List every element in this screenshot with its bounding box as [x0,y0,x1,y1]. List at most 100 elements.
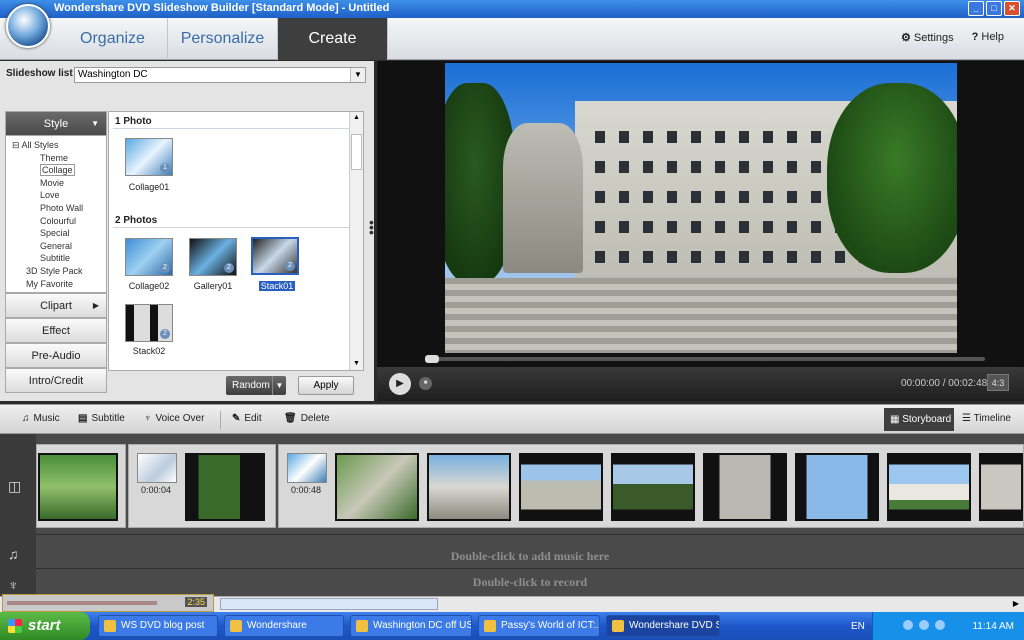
slide-group[interactable]: 0:00:48 [278,444,1024,528]
timeline-toggle-button[interactable]: ☰ Timeline [962,413,1011,424]
language-indicator[interactable]: EN [851,621,865,632]
volume-icon[interactable] [919,620,929,630]
style-thumbnails: 1 Photo 1 Collage01 2 Photos 2 Collage02… [108,111,364,371]
slide-thumbnail[interactable] [611,453,695,521]
vertical-scrollbar[interactable]: ▲ ▼ [349,112,363,370]
music-button[interactable]: ♫ Music [22,413,60,424]
thumbnail-label: Gallery01 [193,281,233,291]
chevron-down-icon: ▼ [91,119,99,128]
effect-category-button[interactable]: Effect [5,318,107,343]
transition-thumbnail[interactable] [287,453,327,483]
slide-thumbnail[interactable] [519,453,603,521]
edit-button[interactable]: ✎ Edit [232,413,262,424]
scroll-thumb[interactable] [220,598,438,610]
taskbar-item[interactable]: Washington DC off USB [350,615,472,637]
scroll-up-icon[interactable]: ▲ [350,112,363,124]
tree-item-my-favorite[interactable]: My Favorite [12,278,106,291]
scroll-right-icon[interactable]: ▶ [1010,598,1022,610]
category-column: Style ▼ ⊟ All Styles Theme Collage Movie … [5,111,107,397]
apply-button[interactable]: Apply [298,376,354,395]
tree-item-subtitle[interactable]: Subtitle [12,252,106,265]
zoom-value: 2:35 [185,597,207,607]
help-icon: ? [971,31,979,43]
minimize-button[interactable]: _ [968,1,984,16]
settings-link[interactable]: ⚙ Settings [901,31,954,44]
tree-item-3d-style-pack[interactable]: 3D Style Pack [12,265,106,278]
delete-button[interactable]: 🗑 Delete [284,413,330,424]
start-button[interactable]: start [0,612,90,640]
panel-resize-handle[interactable]: • • • [369,215,375,239]
maximize-button[interactable]: □ [986,1,1002,16]
tree-item-movie[interactable]: Movie [12,177,106,190]
aspect-ratio-button[interactable]: 4:3 [987,374,1009,391]
play-icon[interactable]: ▶ [389,373,411,395]
pre-audio-category-button[interactable]: Pre-Audio [5,343,107,368]
thumbnail-stack01[interactable]: 2 [251,237,299,275]
tab-organize[interactable]: Organize [58,18,168,60]
tree-item-theme[interactable]: Theme [12,152,106,165]
slide-thumbnail[interactable] [795,453,879,521]
thumbnail-collage01[interactable]: 1 [125,138,173,176]
chevron-right-icon: ▶ [92,301,99,310]
transition-thumbnail[interactable] [137,453,177,483]
style-category-button[interactable]: Style ▼ [5,111,107,136]
chevron-down-icon[interactable]: ▼ [272,376,286,395]
thumbnail-label: Stack01 [259,281,295,291]
storyboard-toggle-button[interactable]: ▦ Storyboard [884,408,954,431]
app-logo-icon[interactable] [6,4,50,48]
gear-icon: ⚙ [901,32,911,44]
slide-thumbnail[interactable] [185,453,265,521]
chevron-down-icon[interactable]: ▼ [350,68,365,82]
slide-group[interactable]: 0:00:04 [128,444,276,528]
seek-bar[interactable] [425,355,985,363]
system-tray: EN 11:14 AM [851,612,1024,640]
tab-create[interactable]: Create [278,18,388,60]
subtitle-button[interactable]: ▤ Subtitle [78,413,125,424]
close-button[interactable]: ✕ [1004,1,1020,16]
record-track-hint[interactable]: Double-click to record [36,575,1024,590]
slideshow-select[interactable]: Washington DC ▼ [74,67,366,83]
section-heading: 1 Photo [115,116,152,127]
tree-item-photo-wall[interactable]: Photo Wall [12,202,106,215]
thumbnail-collage02[interactable]: 2 [125,238,173,276]
tree-item-all-styles[interactable]: ⊟ All Styles [12,139,106,152]
slide-thumbnail[interactable] [427,453,511,521]
taskbar-item[interactable]: Wondershare DVD Sli... [606,615,720,637]
voice-over-button[interactable]: ♆ Voice Over [144,413,204,424]
slide-thumbnail[interactable] [335,453,419,521]
network-icon[interactable] [903,620,913,630]
taskbar-item[interactable]: Passy's World of ICT:... [478,615,600,637]
music-track-hint[interactable]: Double-click to add music here [36,549,1024,564]
stop-icon[interactable]: ■ [419,377,432,390]
thumbnail-stack02[interactable]: 2 [125,304,173,342]
security-icon[interactable] [935,620,945,630]
seek-handle[interactable] [425,355,439,363]
tab-personalize[interactable]: Personalize [168,18,278,60]
zoom-slider[interactable]: 2:35 [2,594,214,612]
app-icon [612,620,624,632]
slide-thumbnail[interactable] [887,453,971,521]
preview-video [445,63,957,353]
tree-item-love[interactable]: Love [12,189,106,202]
music-note-icon: ♫ [22,413,30,424]
horizontal-scrollbar[interactable]: 2:35 ▶ [0,594,1024,612]
tree-item-colourful[interactable]: Colourful [12,215,106,228]
random-button[interactable]: Random ▼ [226,376,286,395]
intro-credit-category-button[interactable]: Intro/Credit [5,368,107,393]
scroll-down-icon[interactable]: ▼ [350,358,363,370]
slide-group[interactable] [36,444,126,528]
pencil-icon: ✎ [232,413,241,424]
tree-item-general[interactable]: General [12,240,106,253]
tree-item-special[interactable]: Special [12,227,106,240]
storyboard-area: ◫ ♫ ♆ 0:00:04 0:00:48 Double-click to ad… [0,434,1024,596]
slide-thumbnail[interactable] [38,453,118,521]
taskbar-item[interactable]: Wondershare [224,615,344,637]
tree-item-collage[interactable]: Collage [12,164,106,177]
title-bar: Wondershare DVD Slideshow Builder [Stand… [0,0,1024,18]
slide-thumbnail[interactable] [979,453,1023,521]
thumbnail-gallery01[interactable]: 2 [189,238,237,276]
taskbar-item[interactable]: WS DVD blog post [98,615,218,637]
help-link[interactable]: ? Help [972,31,1004,44]
slide-thumbnail[interactable] [703,453,787,521]
clipart-category-button[interactable]: Clipart ▶ [5,293,107,318]
